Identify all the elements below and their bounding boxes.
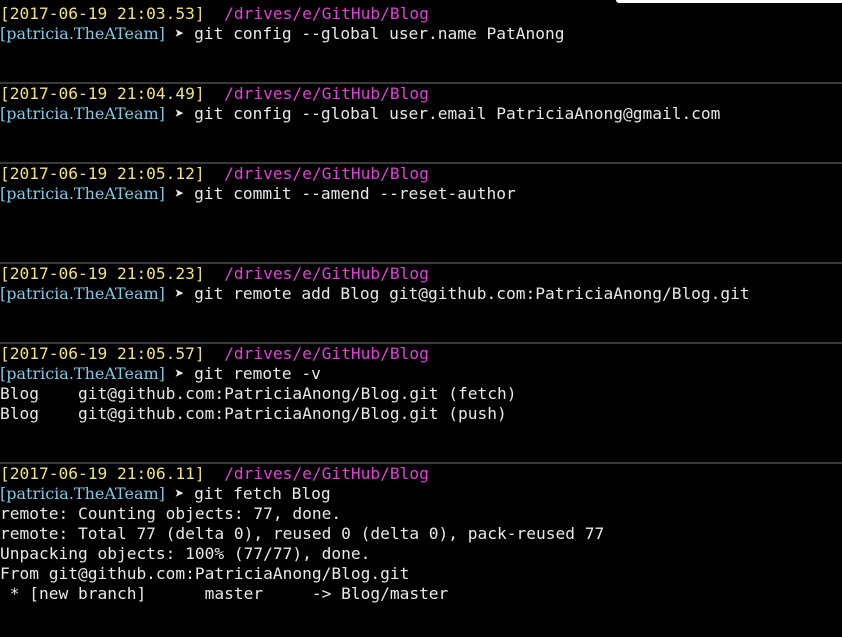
output-line: Unpacking objects: 100% (77/77), done. (0, 544, 371, 563)
prompt-header: [2017-06-19 21:05.57] /drives/e/GitHub/B… (0, 344, 842, 364)
command-text: git remote add Blog git@github.com:Patri… (194, 284, 750, 303)
prompt-arrow-icon: ➤ (174, 484, 185, 503)
prompt-header: [2017-06-19 21:06.11] /drives/e/GitHub/B… (0, 464, 842, 484)
prompt-line: [patricia.TheATeam] ➤ git fetch Blog (0, 484, 842, 504)
command-entry: [2017-06-19 21:05.23] /drives/e/GitHub/B… (0, 264, 842, 342)
timestamp: [2017-06-19 21:05.23] (0, 264, 205, 283)
timestamp: [2017-06-19 21:04.49] (0, 84, 205, 103)
command-text: git config --global user.email PatriciaA… (194, 104, 721, 123)
output-line: remote: Total 77 (delta 0), reused 0 (de… (0, 524, 605, 543)
output-line: Blog git@github.com:PatriciaAnong/Blog.g… (0, 404, 507, 423)
prompt-line: [patricia.TheATeam] ➤ git remote add Blo… (0, 284, 842, 304)
timestamp: [2017-06-19 21:05.57] (0, 344, 205, 363)
timestamp: [2017-06-19 21:06.11] (0, 464, 205, 483)
user-host: [patricia.TheATeam] (0, 104, 165, 123)
timestamp: [2017-06-19 21:03.53] (0, 4, 205, 23)
output-line: remote: Counting objects: 77, done. (0, 504, 342, 523)
working-directory: /drives/e/GitHub/Blog (224, 84, 429, 103)
command-text: git commit --amend --reset-author (194, 184, 516, 203)
prompt-line: [patricia.TheATeam] ➤ git config --globa… (0, 104, 842, 124)
working-directory: /drives/e/GitHub/Blog (224, 164, 429, 183)
output-line: Blog git@github.com:PatriciaAnong/Blog.g… (0, 384, 517, 403)
user-host: [patricia.TheATeam] (0, 284, 165, 303)
prompt-arrow-icon: ➤ (174, 364, 185, 383)
working-directory: /drives/e/GitHub/Blog (224, 464, 429, 483)
timestamp: [2017-06-19 21:05.12] (0, 164, 205, 183)
prompt-arrow-icon: ➤ (174, 24, 185, 43)
prompt-arrow-icon: ➤ (174, 184, 185, 203)
prompt-header: [2017-06-19 21:04.49] /drives/e/GitHub/B… (0, 84, 842, 104)
prompt-header: [2017-06-19 21:05.12] /drives/e/GitHub/B… (0, 164, 842, 184)
prompt-line: [patricia.TheATeam] ➤ git config --globa… (0, 24, 842, 44)
command-entry: [2017-06-19 21:03.53] /drives/e/GitHub/B… (0, 4, 842, 82)
command-text: git remote -v (194, 364, 321, 383)
user-host: [patricia.TheATeam] (0, 24, 165, 43)
command-entry: [2017-06-19 21:04.49] /drives/e/GitHub/B… (0, 84, 842, 162)
command-entry: [2017-06-19 21:05.57] /drives/e/GitHub/B… (0, 344, 842, 462)
prompt-line: [patricia.TheATeam] ➤ git commit --amend… (0, 184, 842, 204)
user-host: [patricia.TheATeam] (0, 484, 165, 503)
window-edge (616, 0, 842, 3)
output-line: * [new branch] master -> Blog/master (0, 584, 449, 603)
working-directory: /drives/e/GitHub/Blog (224, 4, 429, 23)
command-text: git config --global user.name PatAnong (194, 24, 565, 43)
prompt-header: [2017-06-19 21:03.53] /drives/e/GitHub/B… (0, 4, 842, 24)
prompt-line: [patricia.TheATeam] ➤ git remote -v (0, 364, 842, 384)
user-host: [patricia.TheATeam] (0, 184, 165, 203)
prompt-arrow-icon: ➤ (174, 284, 185, 303)
terminal-output[interactable]: [2017-06-19 21:03.53] /drives/e/GitHub/B… (0, 4, 842, 604)
command-text: git fetch Blog (194, 484, 331, 503)
user-host: [patricia.TheATeam] (0, 364, 165, 383)
working-directory: /drives/e/GitHub/Blog (224, 344, 429, 363)
command-entry: [2017-06-19 21:05.12] /drives/e/GitHub/B… (0, 164, 842, 262)
prompt-header: [2017-06-19 21:05.23] /drives/e/GitHub/B… (0, 264, 842, 284)
output-line: From git@github.com:PatriciaAnong/Blog.g… (0, 564, 410, 583)
working-directory: /drives/e/GitHub/Blog (224, 264, 429, 283)
prompt-arrow-icon: ➤ (174, 104, 185, 123)
command-entry: [2017-06-19 21:06.11] /drives/e/GitHub/B… (0, 464, 842, 604)
